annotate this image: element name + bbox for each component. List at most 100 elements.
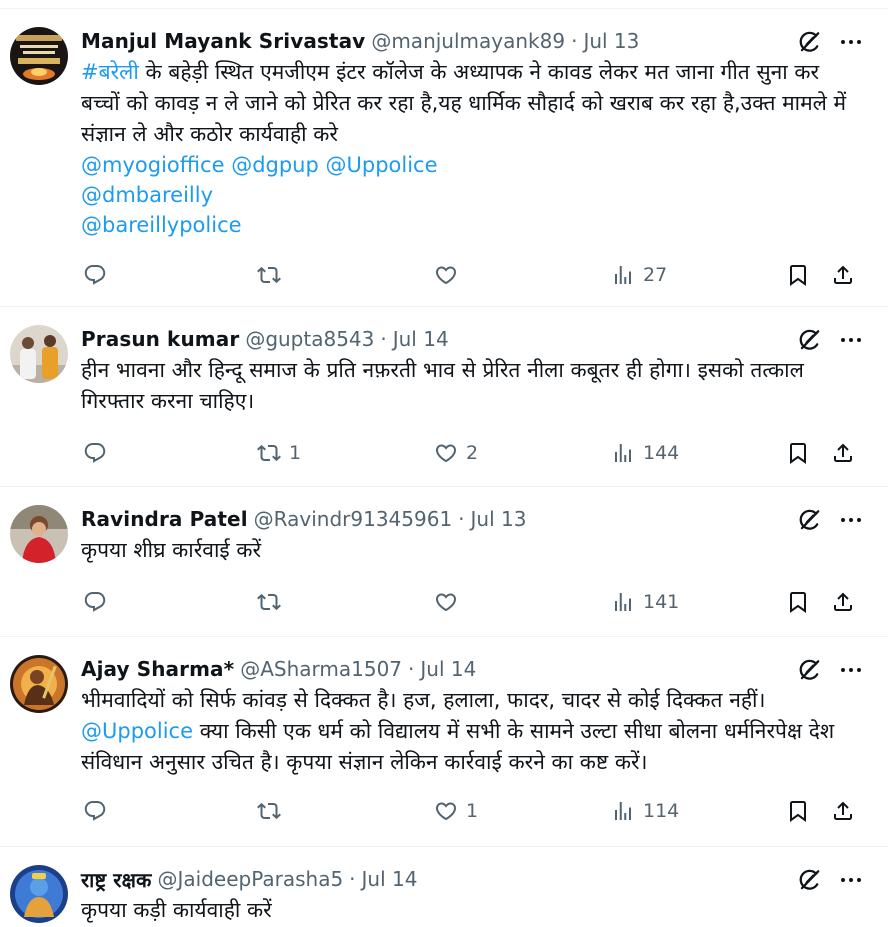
reply-button[interactable]	[83, 587, 115, 617]
retweet-button[interactable]	[257, 796, 289, 826]
tweet-text: #बरेली के बहेड़ी स्थित एमजीएम इंटर कॉलेज…	[81, 57, 864, 240]
bookmark-icon	[786, 590, 810, 614]
tweet-body-rest: क्या किसी एक धर्म को विद्यालय में सभी के…	[81, 719, 835, 774]
author-name[interactable]: Prasun kumar	[81, 327, 239, 351]
more-icon[interactable]	[838, 507, 864, 533]
like-button[interactable]: 1	[434, 796, 478, 826]
author-handle[interactable]: @Ravindr91345961	[254, 507, 453, 531]
avatar[interactable]	[10, 27, 68, 85]
mention-link[interactable]: @dmbareilly	[81, 180, 864, 210]
author-name[interactable]: Manjul Mayank Srivastav	[81, 29, 365, 53]
bookmark-button[interactable]	[786, 260, 810, 290]
tweet-date[interactable]: Jul 14	[362, 867, 418, 891]
author-handle[interactable]: @ASharma1507	[240, 657, 402, 681]
dot-separator: ·	[380, 327, 387, 351]
retweet-button[interactable]	[257, 587, 289, 617]
share-button[interactable]	[831, 260, 855, 290]
hashtag-link[interactable]: #बरेली	[81, 60, 139, 84]
tweet[interactable]: Ajay Sharma* @ASharma1507 · Jul 14 भीमवा…	[0, 637, 888, 847]
view-count: 27	[643, 264, 668, 286]
share-button[interactable]	[831, 438, 855, 468]
retweet-icon	[257, 799, 281, 823]
action-bar: 1 2 144	[80, 438, 862, 468]
bookmark-button[interactable]	[786, 796, 810, 826]
bookmark-button[interactable]	[786, 438, 810, 468]
mention-link[interactable]: @bareillypolice	[81, 210, 864, 240]
more-icon[interactable]	[838, 29, 864, 55]
more-icon[interactable]	[838, 867, 864, 893]
tweet-content: राष्ट्र रक्षक @JaideepParasha5 · Jul 14 …	[81, 867, 864, 926]
tweet-date[interactable]: Jul 13	[583, 29, 639, 53]
reply-button[interactable]	[83, 260, 115, 290]
avatar[interactable]	[10, 655, 68, 713]
action-bar: 1 114	[80, 796, 862, 826]
reply-button[interactable]	[83, 438, 115, 468]
tweet-body: कृपया शीघ्र कार्रवाई करें	[81, 538, 262, 562]
tweet[interactable]: Ravindra Patel @Ravindr91345961 · Jul 13…	[0, 487, 888, 637]
views-button[interactable]: 141	[611, 587, 679, 617]
retweet-button[interactable]	[257, 260, 289, 290]
avatar[interactable]	[10, 865, 68, 923]
author-handle[interactable]: @JaideepParasha5	[157, 867, 343, 891]
share-button[interactable]	[831, 587, 855, 617]
tweet-date[interactable]: Jul 14	[393, 327, 449, 351]
tweet-date[interactable]: Jul 14	[420, 657, 476, 681]
tweet-content: Ravindra Patel @Ravindr91345961 · Jul 13…	[81, 507, 864, 566]
share-button[interactable]	[831, 796, 855, 826]
bookmark-icon	[786, 263, 810, 287]
share-icon	[831, 263, 855, 287]
tweet-header: Manjul Mayank Srivastav @manjulmayank89 …	[81, 29, 864, 53]
bookmark-icon	[786, 799, 810, 823]
like-button[interactable]	[434, 587, 466, 617]
reply-feed: Manjul Mayank Srivastav @manjulmayank89 …	[0, 0, 888, 926]
bookmark-icon	[786, 441, 810, 465]
share-icon	[831, 441, 855, 465]
tweet-text: भीमवादियों को सिर्फ कांवड़ से दिक्कत है।…	[81, 685, 864, 778]
tweet-header: Ravindra Patel @Ravindr91345961 · Jul 13	[81, 507, 864, 531]
like-button[interactable]	[434, 260, 466, 290]
mention-links[interactable]: @myogioffice @dgpup @Uppolice	[81, 150, 864, 180]
author-handle[interactable]: @manjulmayank89	[371, 29, 565, 53]
tweet[interactable]: Manjul Mayank Srivastav @manjulmayank89 …	[0, 9, 888, 307]
retweet-icon	[257, 263, 281, 287]
tweet[interactable]: Prasun kumar @gupta8543 · Jul 14 हीन भाव…	[0, 307, 888, 487]
avatar[interactable]	[10, 505, 68, 563]
views-button[interactable]: 114	[611, 796, 679, 826]
reply-icon	[83, 441, 107, 465]
views-icon	[611, 799, 635, 823]
reply-icon	[83, 263, 107, 287]
bookmark-button[interactable]	[786, 587, 810, 617]
tweet[interactable]: राष्ट्र रक्षक @JaideepParasha5 · Jul 14 …	[0, 847, 888, 927]
tweet-date[interactable]: Jul 13	[471, 507, 527, 531]
retweet-button[interactable]: 1	[257, 438, 301, 468]
action-bar: 141	[80, 587, 862, 617]
dot-separator: ·	[571, 29, 578, 53]
like-button[interactable]: 2	[434, 438, 478, 468]
views-button[interactable]: 144	[611, 438, 679, 468]
grok-icon[interactable]	[796, 507, 822, 533]
retweet-icon	[257, 590, 281, 614]
grok-icon[interactable]	[796, 657, 822, 683]
feed-top-edge	[0, 0, 888, 9]
author-handle[interactable]: @gupta8543	[245, 327, 374, 351]
reply-icon	[83, 590, 107, 614]
views-icon	[611, 263, 635, 287]
tweet-body: भीमवादियों को सिर्फ कांवड़ से दिक्कत है।…	[81, 688, 766, 712]
dot-separator: ·	[408, 657, 415, 681]
tweet-body: कृपया कड़ी कार्यवाही करें	[81, 898, 272, 922]
view-count: 114	[643, 800, 680, 822]
reply-button[interactable]	[83, 796, 115, 826]
grok-icon[interactable]	[796, 327, 822, 353]
more-icon[interactable]	[838, 327, 864, 353]
grok-icon[interactable]	[796, 867, 822, 893]
avatar[interactable]	[10, 325, 68, 383]
grok-icon[interactable]	[796, 29, 822, 55]
views-button[interactable]: 27	[611, 260, 667, 290]
tweet-body: के बहेड़ी स्थित एमजीएम इंटर कॉलेज के अध्…	[81, 60, 847, 146]
author-name[interactable]: राष्ट्र रक्षक	[81, 866, 151, 893]
more-icon[interactable]	[838, 657, 864, 683]
like-count: 2	[466, 442, 479, 464]
author-name[interactable]: Ajay Sharma*	[81, 657, 234, 681]
mention-link[interactable]: @Uppolice	[81, 719, 193, 743]
author-name[interactable]: Ravindra Patel	[81, 507, 248, 531]
